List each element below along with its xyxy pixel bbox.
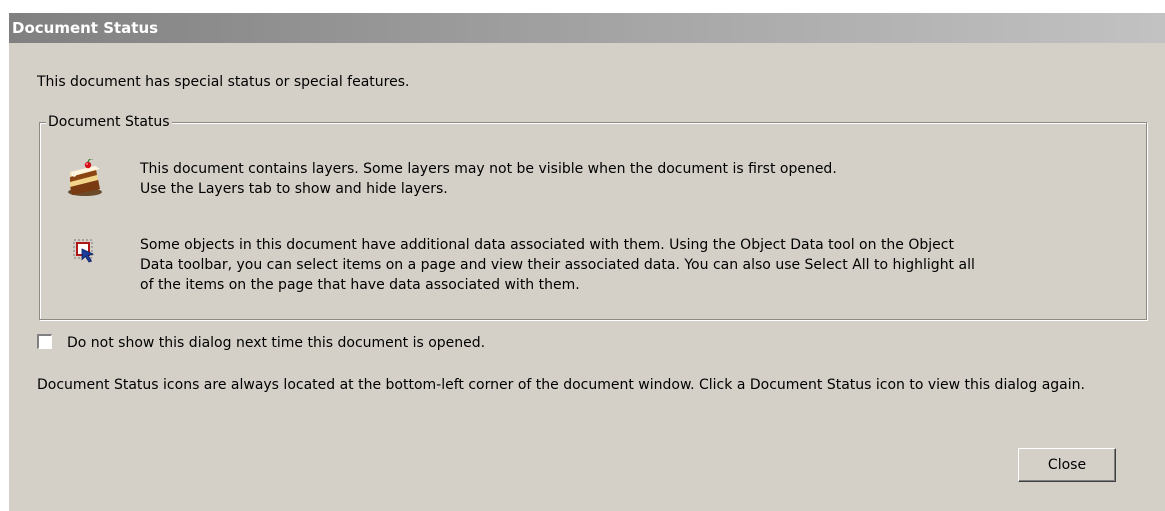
dialog-title: Document Status [9,13,1165,43]
document-status-dialog: Document Status This document has specia… [8,13,1165,511]
object-data-status-line-1: Some objects in this document have addit… [140,237,954,253]
close-button[interactable]: Close [1018,448,1116,482]
object-data-icon [64,235,108,275]
layers-status-line-2: Use the Layers tab to show and hide laye… [140,181,448,197]
status-icons-footnote: Document Status icons are always located… [37,377,1085,393]
dont-show-checkbox-label[interactable]: Do not show this dialog next time this d… [67,333,485,353]
layers-cake-icon [64,158,108,199]
intro-text: This document has special status or spec… [37,74,410,90]
group-legend: Document Status [46,113,172,131]
dont-show-checkbox[interactable] [37,334,52,349]
object-data-status-line-2: Data toolbar, you can select items on a … [140,257,975,273]
layers-status-line-1: This document contains layers. Some laye… [140,161,837,177]
object-data-status-line-3: of the items on the page that have data … [140,277,580,293]
document-status-group: Document Status This document contains l… [39,113,1147,320]
